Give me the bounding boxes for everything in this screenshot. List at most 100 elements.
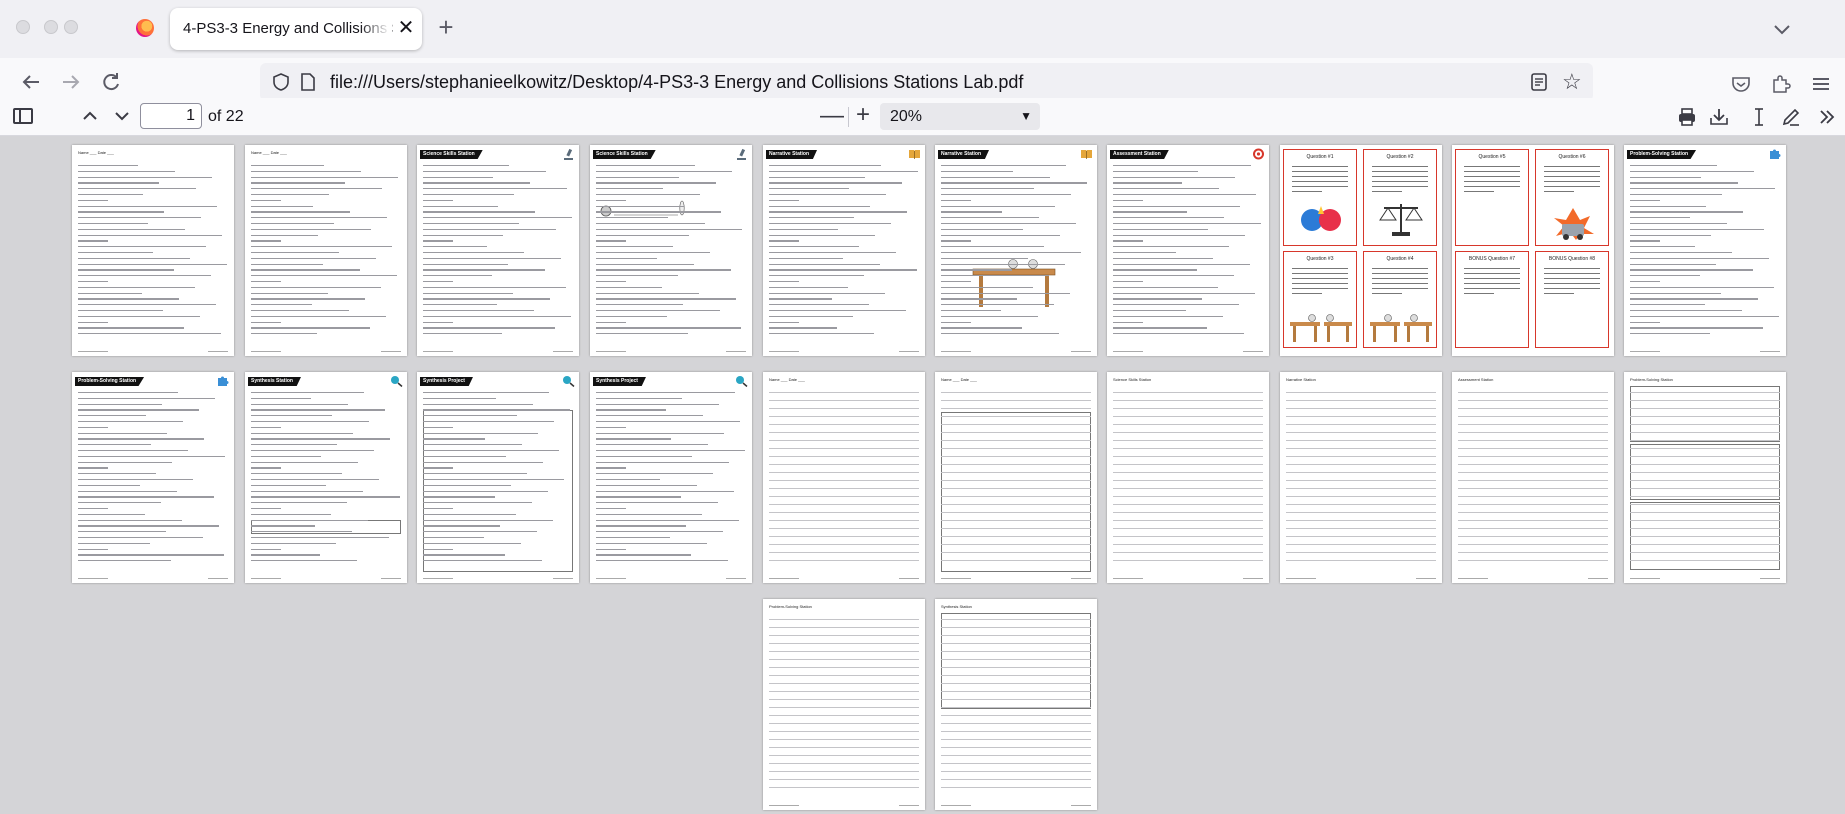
page-thumbnail-8[interactable]: Question #1 Question #2 Question #3 Ques… xyxy=(1280,145,1442,356)
bookmark-star-icon[interactable]: ☆ xyxy=(1562,69,1582,95)
more-tools-icon[interactable] xyxy=(1816,106,1838,128)
text-line xyxy=(1630,528,1780,529)
tab-pdf[interactable]: 4-PS3-3 Energy and Collisions Stations L… xyxy=(170,8,422,50)
page-up-icon[interactable] xyxy=(78,102,102,130)
page-thumbnail-13[interactable]: Synthesis Project xyxy=(417,372,579,583)
text-line xyxy=(769,755,919,756)
text-line xyxy=(78,415,146,417)
puzzle-icon xyxy=(218,376,229,386)
zoom-out-button[interactable]: — xyxy=(820,102,844,130)
window-maximize-button[interactable] xyxy=(64,20,78,34)
page-footer xyxy=(251,578,281,579)
text-line xyxy=(769,211,907,213)
draw-icon[interactable] xyxy=(1780,106,1802,128)
text-line xyxy=(941,165,1066,167)
text-line xyxy=(78,484,140,486)
page-number-input[interactable]: 1 xyxy=(140,103,202,129)
page-thumbnail-9[interactable]: Question #5 Question #6 BONUS Question #… xyxy=(1452,145,1614,356)
page-thumbnail-12[interactable]: Synthesis Station xyxy=(245,372,407,583)
page-thumbnail-2[interactable]: Name ___ Date ___ xyxy=(245,145,407,356)
url-text[interactable]: file:///Users/stephanieelkowitz/Desktop/… xyxy=(330,72,1023,93)
text-line xyxy=(1630,194,1722,196)
page-thumbnail-11[interactable]: Problem-Solving Station xyxy=(72,372,234,583)
text-line xyxy=(1458,448,1608,449)
page-thumbnail-5[interactable]: Narrative Station xyxy=(763,145,925,356)
text-line xyxy=(769,400,919,401)
text-line xyxy=(941,252,1081,254)
page-thumbnail-17[interactable]: Science Skills Station xyxy=(1107,372,1269,583)
page-header: Name ___ Date ___ xyxy=(78,150,114,155)
page-thumbnail-7[interactable]: Assessment Station xyxy=(1107,145,1269,356)
text-line xyxy=(423,409,570,411)
pdf-viewer[interactable]: Name ___ Date ___ Name ___ Date ___ Scie… xyxy=(0,136,1845,814)
page-thumbnail-1[interactable]: Name ___ Date ___ xyxy=(72,145,234,356)
page-footer xyxy=(596,578,626,579)
text-line xyxy=(596,438,671,440)
pocket-icon[interactable] xyxy=(1730,74,1752,94)
page-thumbnail-3[interactable]: Science Skills Station xyxy=(417,145,579,356)
page-thumbnail-15[interactable]: Name ___ Date ___ xyxy=(763,372,925,583)
page-icon[interactable] xyxy=(300,72,316,92)
reload-icon[interactable] xyxy=(96,67,126,97)
text-line xyxy=(769,488,919,489)
reader-view-icon[interactable] xyxy=(1530,72,1548,92)
text-line xyxy=(596,327,741,329)
text-line xyxy=(423,508,453,510)
text-line xyxy=(941,170,1013,172)
text-line xyxy=(941,763,1091,764)
download-icon[interactable] xyxy=(1708,106,1730,128)
url-bar[interactable]: file:///Users/stephanieelkowitz/Desktop/… xyxy=(260,63,1593,101)
text-line xyxy=(423,542,521,544)
text-line xyxy=(769,552,919,553)
page-thumbnail-4[interactable]: Science Skills Station xyxy=(590,145,752,356)
extensions-icon[interactable] xyxy=(1770,74,1792,94)
page-thumbnail-16[interactable]: Name ___ Date ___ xyxy=(935,372,1097,583)
page-thumbnail-14[interactable]: Synthesis Project xyxy=(590,372,752,583)
text-line xyxy=(78,531,166,533)
forward-arrow-icon[interactable] xyxy=(56,67,86,97)
shield-icon[interactable] xyxy=(272,72,290,92)
sidebar-toggle-icon[interactable] xyxy=(13,108,33,124)
page-thumbnail-10[interactable]: Problem-Solving Station xyxy=(1624,145,1786,356)
text-line xyxy=(596,542,707,544)
text-line xyxy=(251,432,353,434)
text-line xyxy=(78,519,182,521)
text-line xyxy=(1464,171,1520,172)
text-line xyxy=(423,397,496,399)
new-tab-button[interactable]: + xyxy=(432,14,460,42)
page-down-icon[interactable] xyxy=(110,102,134,130)
window-close-button[interactable] xyxy=(16,20,30,34)
text-line xyxy=(78,461,172,463)
page-thumbnail-21[interactable]: Problem-Solving Station xyxy=(763,599,925,810)
zoom-in-button[interactable]: + xyxy=(856,101,870,129)
zoom-select[interactable]: 20% ▼ xyxy=(880,103,1040,130)
text-line xyxy=(1630,281,1660,283)
page-thumbnail-22[interactable]: Synthesis Station xyxy=(935,599,1097,810)
page-thumbnail-19[interactable]: Assessment Station xyxy=(1452,372,1614,583)
page-thumbnail-6[interactable]: Narrative Station xyxy=(935,145,1097,356)
text-line xyxy=(251,234,318,236)
text-line xyxy=(423,205,498,207)
text-line xyxy=(1544,278,1600,279)
text-line xyxy=(941,432,1091,433)
text-line xyxy=(1113,275,1234,277)
tab-close-icon[interactable]: ✕ xyxy=(394,16,418,40)
page-thumbnail-18[interactable]: Narrative Station xyxy=(1280,372,1442,583)
text-line xyxy=(769,771,919,772)
text-line xyxy=(423,525,500,527)
back-arrow-icon[interactable] xyxy=(16,67,46,97)
text-cursor-icon[interactable] xyxy=(1748,106,1770,128)
text-line xyxy=(769,627,919,628)
text-line xyxy=(769,731,919,732)
page-thumbnail-20[interactable]: Problem-Solving Station xyxy=(1624,372,1786,583)
text-line xyxy=(78,252,153,254)
tab-list-icon[interactable] xyxy=(1770,18,1794,40)
text-line xyxy=(941,496,1091,497)
text-line xyxy=(1113,182,1182,184)
text-line xyxy=(1292,293,1322,294)
menu-icon[interactable] xyxy=(1810,74,1832,94)
print-icon[interactable] xyxy=(1676,106,1698,128)
text-line xyxy=(1113,472,1263,473)
window-minimize-button[interactable] xyxy=(44,20,58,34)
text-line xyxy=(251,392,364,394)
